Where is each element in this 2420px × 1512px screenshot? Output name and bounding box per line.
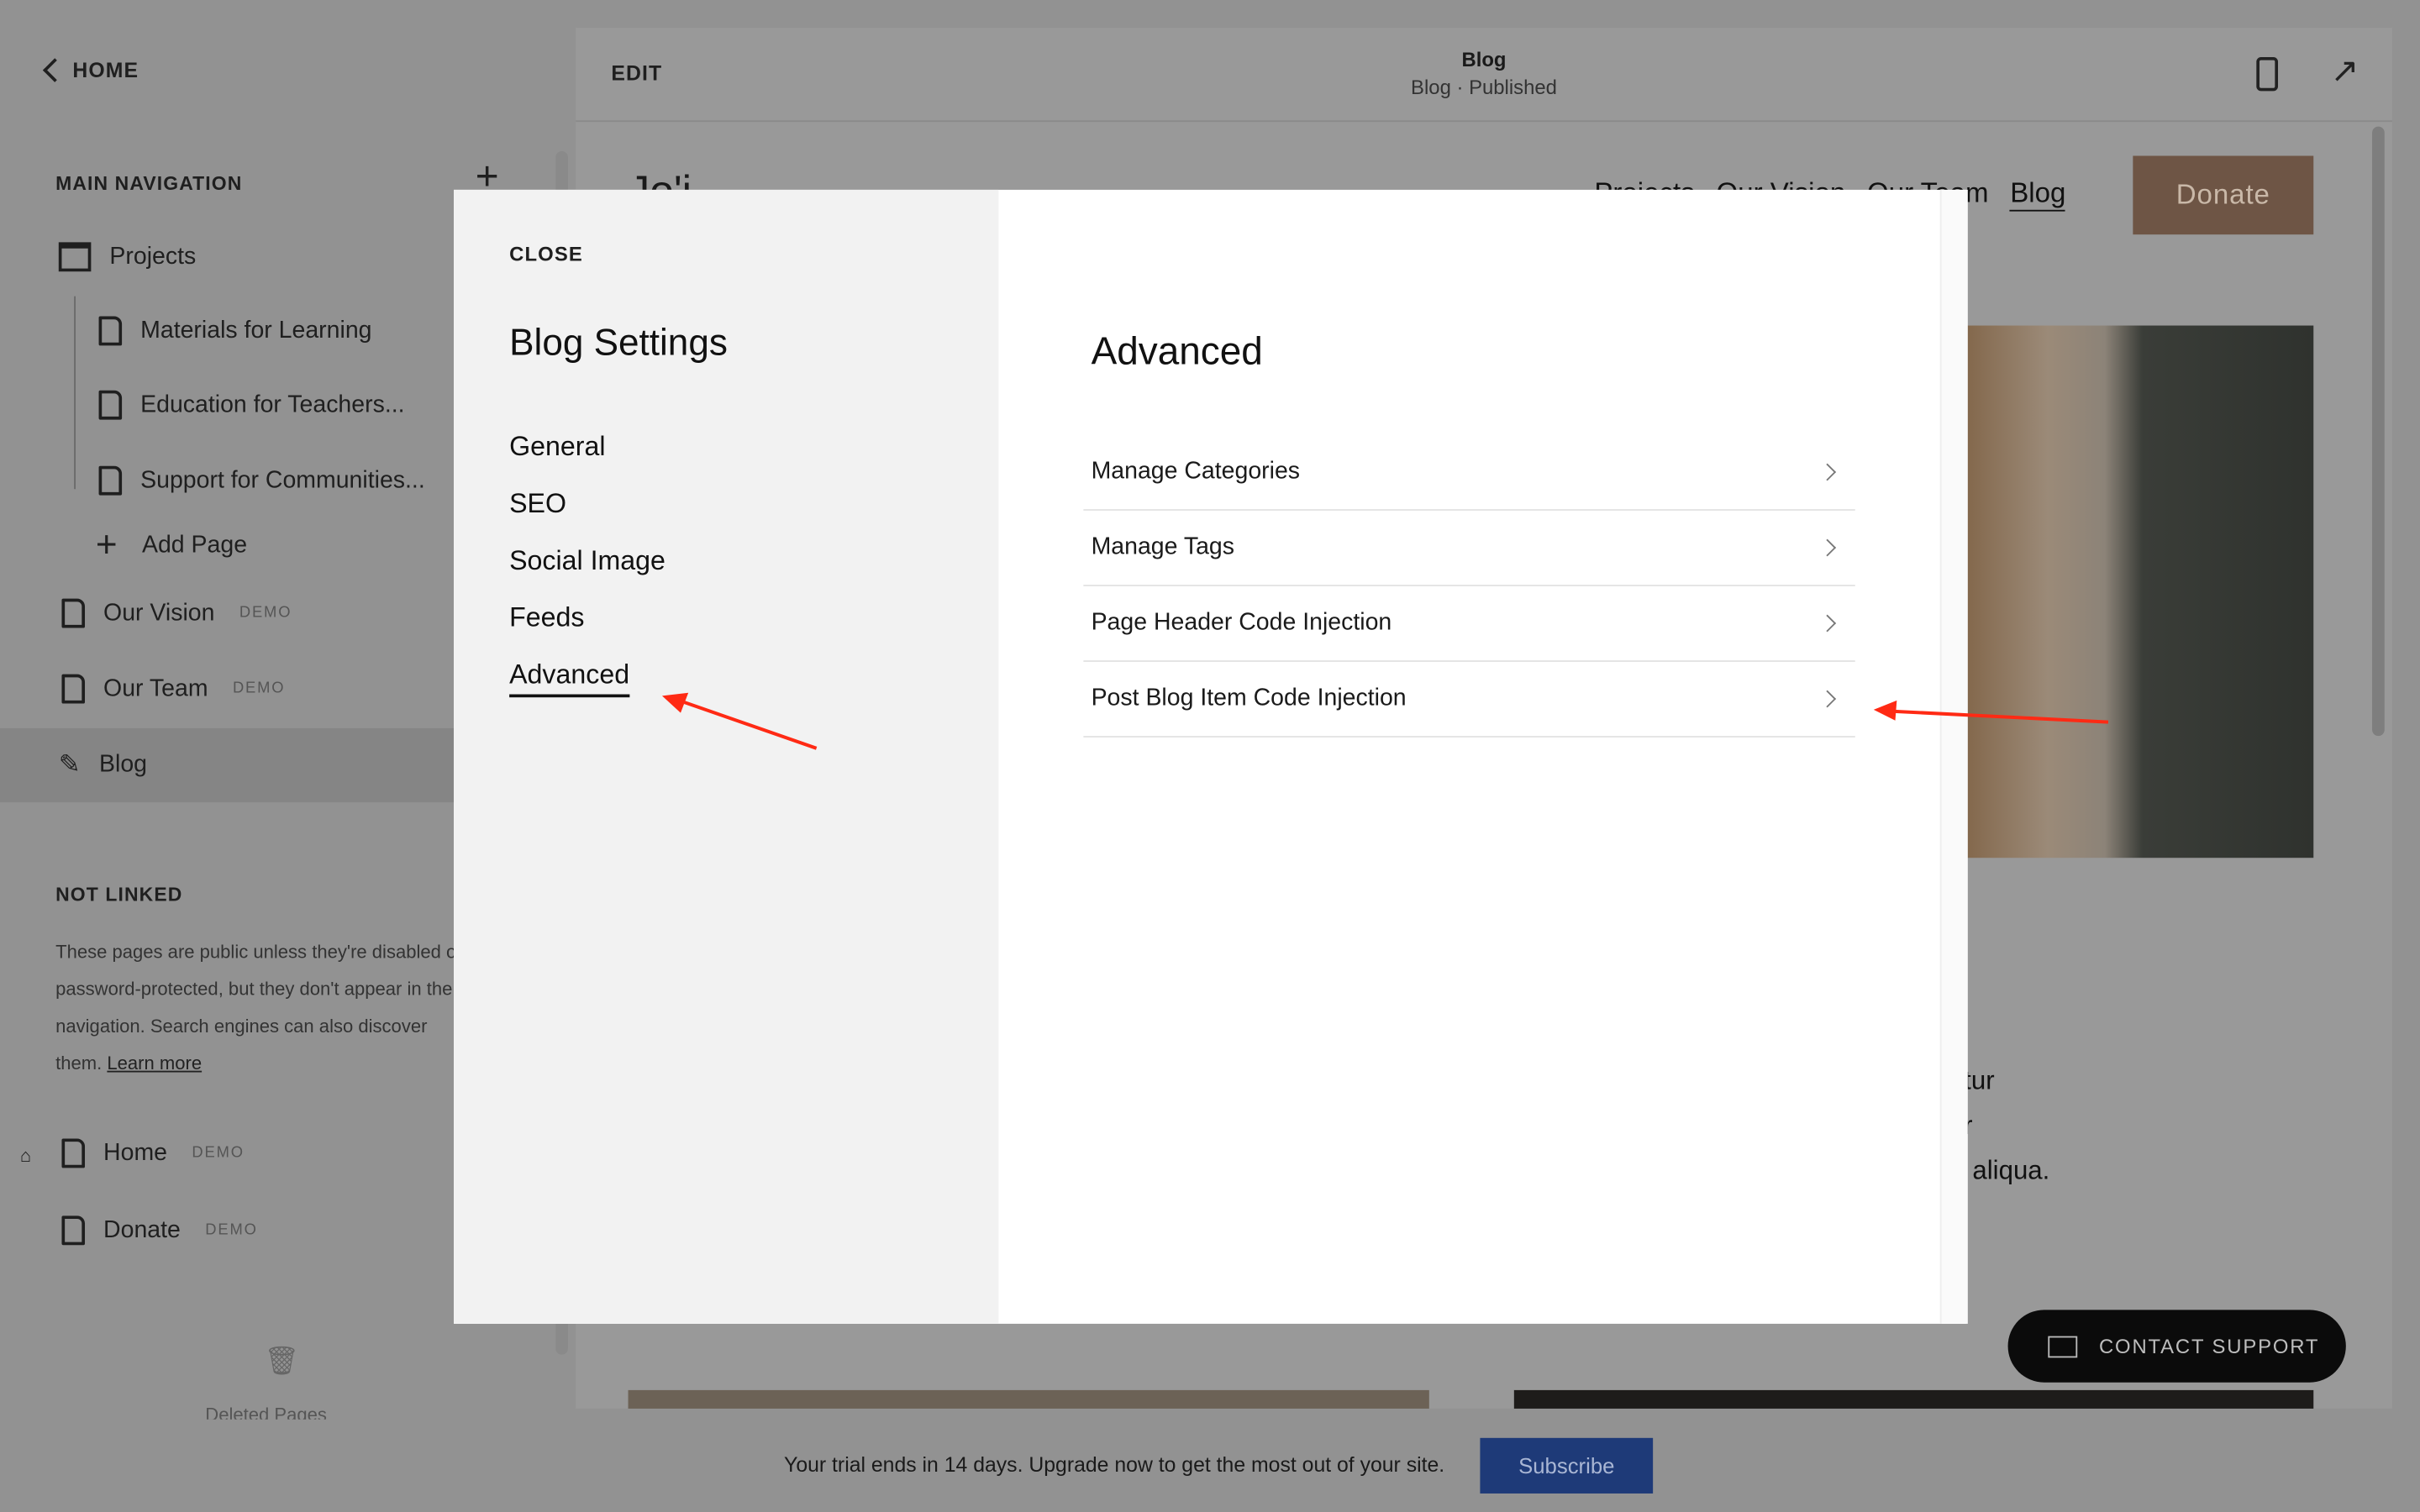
contact-support-button[interactable]: CONTACT SUPPORT <box>2007 1310 2346 1383</box>
trial-banner: Your trial ends in 14 days. Upgrade now … <box>0 1416 2420 1512</box>
mail-icon <box>2048 1335 2078 1357</box>
arrow-to-post-injection <box>1873 700 2109 724</box>
annotation-arrows <box>661 692 2109 750</box>
contact-support-label: CONTACT SUPPORT <box>2098 1334 2320 1358</box>
arrow-to-advanced <box>661 692 818 750</box>
trial-text: Your trial ends in 14 days. Upgrade now … <box>784 1453 1445 1477</box>
subscribe-button[interactable]: Subscribe <box>1480 1437 1654 1494</box>
